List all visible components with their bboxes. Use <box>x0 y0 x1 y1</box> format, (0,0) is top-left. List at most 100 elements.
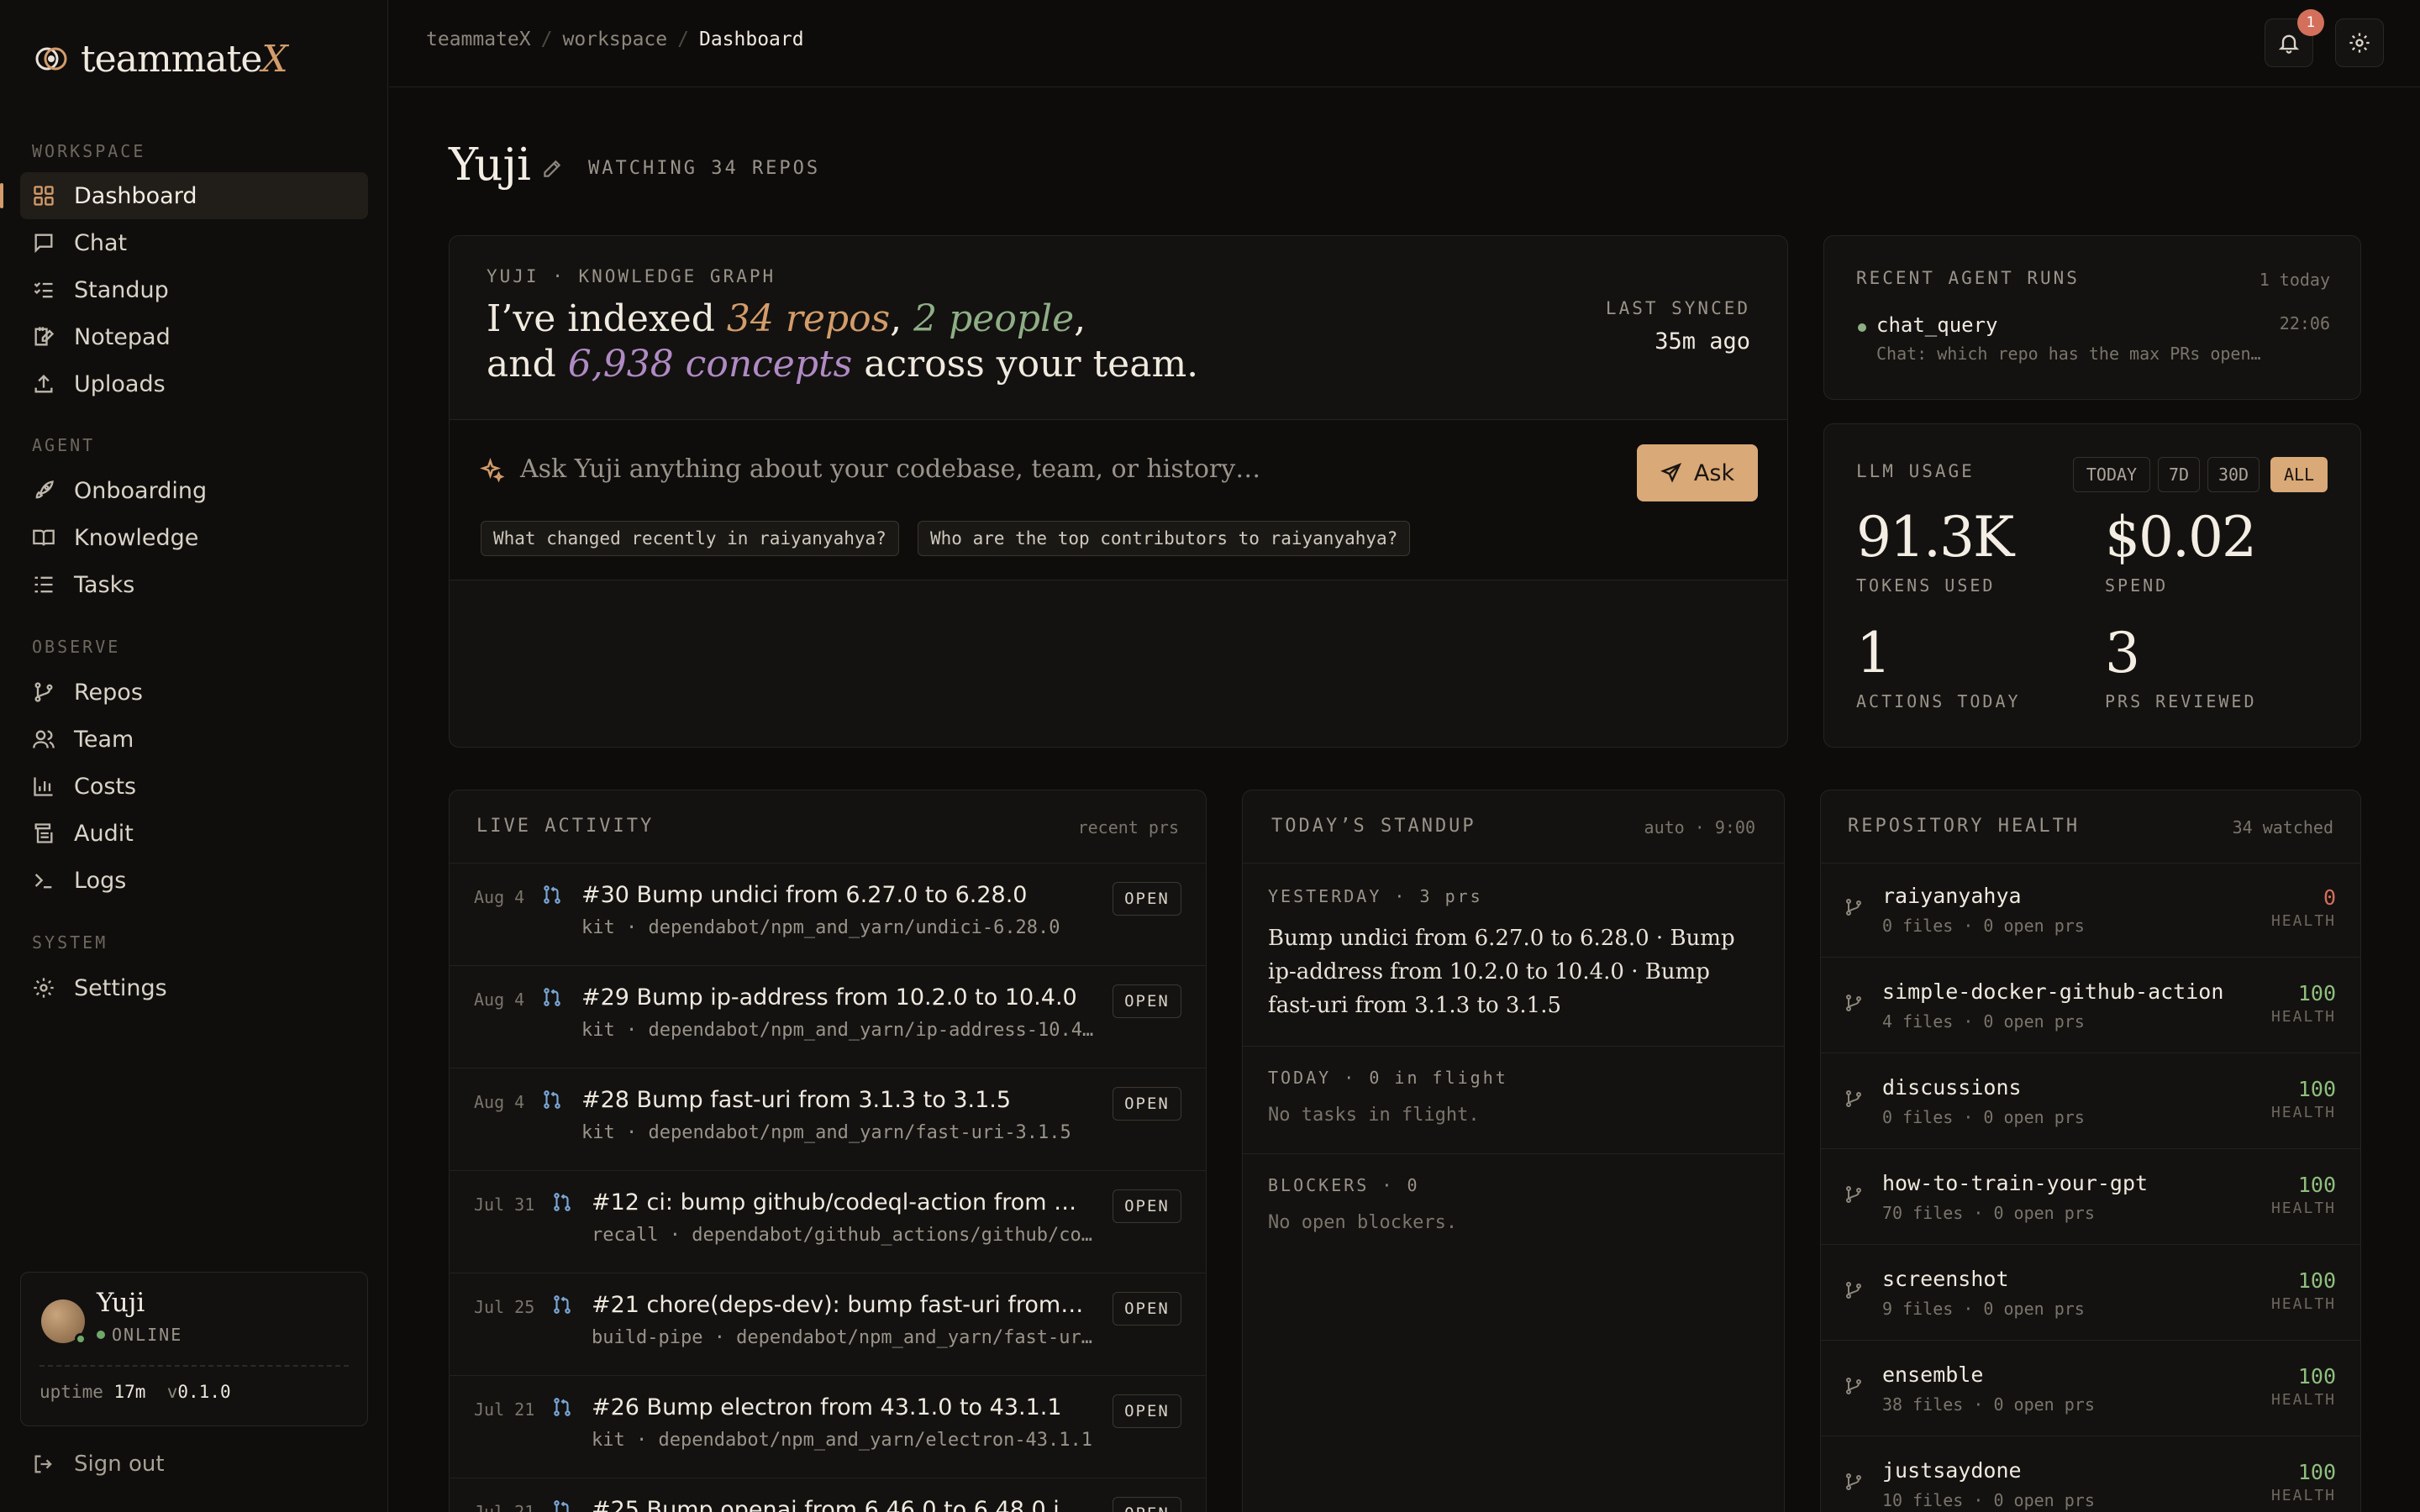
breadcrumb: teammateX / workspace / Dashboard <box>426 29 804 50</box>
repo-meta: 38 files · 0 open prs <box>1882 1394 2095 1415</box>
ask-input[interactable]: Ask Yuji anything about your codebase, t… <box>520 454 1562 484</box>
repo-name[interactable]: how-to-train-your-gpt <box>1882 1171 2148 1195</box>
range-today[interactable]: TODAY <box>2073 457 2150 492</box>
tokens-label: TOKENS USED <box>1856 575 1996 596</box>
pr-title[interactable]: #21 chore(deps-dev): bump fast-uri from … <box>592 1292 1089 1318</box>
send-icon <box>1660 463 1682 483</box>
section-label-observe: OBSERVE <box>32 637 121 657</box>
sign-out-icon <box>34 1455 52 1473</box>
sidebar-item-logs[interactable]: Logs <box>20 857 368 904</box>
sidebar-item-label: Tasks <box>74 571 135 598</box>
repo-name[interactable]: raiyanyahya <box>1882 884 2022 908</box>
card-title: TODAY’S STANDUP <box>1271 816 1476 837</box>
pr-title[interactable]: #29 Bump ip-address from 10.2.0 to 10.4.… <box>581 984 1089 1011</box>
concepts-count[interactable]: 6,938 concepts <box>568 343 853 386</box>
last-synced-value: 35m ago <box>1655 328 1750 354</box>
status-badge: OPEN <box>1113 1497 1181 1512</box>
pr-meta: kit · dependabot/npm_and_yarn/undici-6.2… <box>581 917 1060 938</box>
sidebar-item-label: Team <box>74 726 134 753</box>
card-title: REPOSITORY HEALTH <box>1848 816 2081 837</box>
sidebar-item-label: Standup <box>74 276 169 303</box>
ask-button-label: Ask <box>1693 459 1735 486</box>
sidebar-item-label: Audit <box>74 820 134 847</box>
repo-name[interactable]: ensemble <box>1882 1362 1983 1387</box>
breadcrumb-item[interactable]: teammateX <box>426 29 531 50</box>
breadcrumb-current: Dashboard <box>698 29 804 50</box>
pr-title[interactable]: #30 Bump undici from 6.27.0 to 6.28.0 <box>581 882 1089 908</box>
sidebar-item-label: Logs <box>74 867 127 894</box>
user-card[interactable]: Yuji ONLINE uptime 17m v0.1.0 <box>20 1272 368 1426</box>
range-7d[interactable]: 7D <box>2158 457 2200 492</box>
repo-name[interactable]: screenshot <box>1882 1267 2009 1291</box>
sidebar-item-costs[interactable]: Costs <box>20 763 368 810</box>
pr-date: Aug 4 <box>474 887 525 907</box>
breadcrumb-item[interactable]: workspace <box>562 29 667 50</box>
sidebar-item-audit[interactable]: Audit <box>20 810 368 857</box>
health-label: HEALTH <box>2270 1104 2336 1121</box>
sidebar-item-repos[interactable]: Repos <box>20 669 368 716</box>
gear-icon <box>2349 33 2370 53</box>
sidebar-item-standup[interactable]: Standup <box>20 266 368 313</box>
people-count[interactable]: 2 people <box>913 297 1074 340</box>
divider <box>39 1365 349 1367</box>
rocket-icon <box>35 480 54 499</box>
git-fork-icon <box>1846 995 1861 1011</box>
sidebar-item-tasks[interactable]: Tasks <box>20 561 368 608</box>
status-dot <box>97 1331 105 1339</box>
pr-date: Jul 25 <box>474 1297 535 1317</box>
sidebar-item-settings[interactable]: Settings <box>20 964 368 1011</box>
tokens-value: 91.3K <box>1856 505 2014 570</box>
pr-title[interactable]: #25 Bump openai from 6.46.0 to 6.48.0 in… <box>592 1497 1089 1512</box>
range-30d[interactable]: 30D <box>2207 457 2260 492</box>
pr-title[interactable]: #12 ci: bump github/codeql-action from 4… <box>592 1189 1089 1215</box>
page-title: Yuji <box>449 139 531 191</box>
run-name[interactable]: chat_query <box>1876 313 1998 337</box>
sidebar-item-uploads[interactable]: Uploads <box>20 360 368 407</box>
edit-icon[interactable] <box>541 158 563 180</box>
pr-title[interactable]: #28 Bump fast-uri from 3.1.3 to 3.1.5 <box>581 1087 1089 1113</box>
sidebar-item-label: Repos <box>74 679 143 706</box>
app-logo[interactable]: teammateX <box>34 34 288 84</box>
yesterday-label: YESTERDAY · 3 prs <box>1268 886 1483 906</box>
health-score: 100 <box>2297 1364 2336 1389</box>
repo-name[interactable]: discussions <box>1882 1075 2022 1100</box>
ask-button[interactable]: Ask <box>1637 444 1758 501</box>
sidebar-item-onboarding[interactable]: Onboarding <box>20 467 368 514</box>
repo-name[interactable]: justsaydone <box>1882 1458 2022 1483</box>
card-subtitle: 34 watched <box>2232 817 2333 837</box>
sidebar-item-notepad[interactable]: Notepad <box>20 313 368 360</box>
terminal-icon <box>34 874 52 889</box>
run-description: Chat: which repo has the max PRs open… <box>1876 344 2261 364</box>
standup-card: TODAY’S STANDUP auto · 9:00 YESTERDAY · … <box>1242 790 1785 1512</box>
suggestion-chip[interactable]: What changed recently in raiyanyahya? <box>481 521 899 556</box>
status-badge: OPEN <box>1113 984 1181 1018</box>
health-label: HEALTH <box>2270 912 2336 930</box>
pr-meta: recall · dependabot/github_actions/githu… <box>592 1225 1093 1246</box>
ask-panel <box>450 419 1787 580</box>
sign-out-button[interactable]: Sign out <box>32 1452 165 1477</box>
card-subtitle: auto · 9:00 <box>1644 817 1755 837</box>
audit-icon <box>34 823 53 843</box>
suggestion-chip[interactable]: Who are the top contributors to raiyanya… <box>918 521 1411 556</box>
repo-name[interactable]: simple-docker-github-action <box>1882 979 2223 1004</box>
health-score: 100 <box>2297 1173 2336 1197</box>
pr-title[interactable]: #26 Bump electron from 43.1.0 to 43.1.1 <box>592 1394 1089 1420</box>
sidebar-item-dashboard[interactable]: Dashboard <box>20 172 368 219</box>
repos-count[interactable]: 34 repos <box>727 297 890 340</box>
card-title: LIVE ACTIVITY <box>476 816 655 837</box>
users-icon <box>33 730 55 748</box>
git-fork-icon <box>1846 1378 1861 1394</box>
sidebar-item-team[interactable]: Team <box>20 716 368 763</box>
top-bar: teammateX / workspace / Dashboard <box>389 0 2420 87</box>
spend-value: $0.02 <box>2105 505 2257 570</box>
knowledge-graph-card: YUJI · KNOWLEDGE GRAPH I’ve indexed 34 r… <box>449 235 1788 748</box>
bar-chart-icon <box>34 777 53 796</box>
pull-request-icon <box>544 885 560 904</box>
sidebar-item-knowledge[interactable]: Knowledge <box>20 514 368 561</box>
sidebar-item-chat[interactable]: Chat <box>20 219 368 266</box>
range-all[interactable]: ALL <box>2270 457 2328 492</box>
health-score: 100 <box>2297 1268 2336 1293</box>
repo-meta: 10 files · 0 open prs <box>1882 1490 2095 1510</box>
settings-button[interactable] <box>2335 18 2384 67</box>
section-label-agent: AGENT <box>32 435 96 455</box>
